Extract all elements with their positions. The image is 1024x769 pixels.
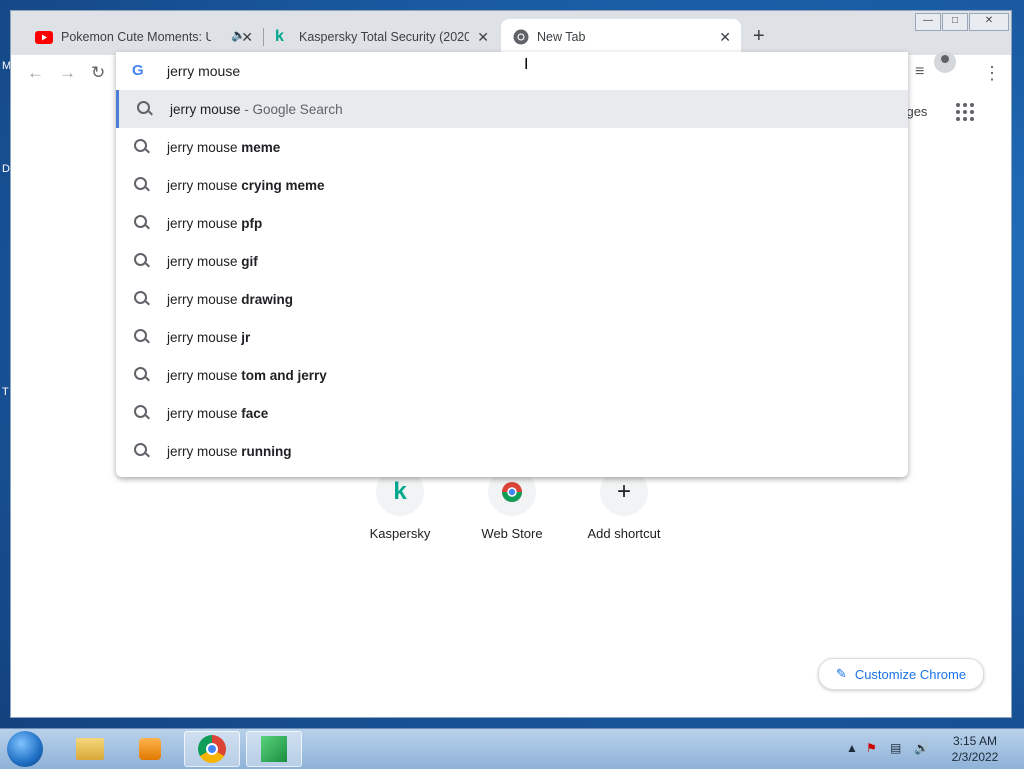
taskbar-media-player[interactable]	[122, 731, 178, 767]
desktop-icon-label-t: T	[2, 386, 9, 398]
windows-taskbar: ▲ ⚑ ▤ 🔊 3:15 AM 2/3/2022	[0, 728, 1024, 769]
shortcut-kaspersky[interactable]: k Kaspersky	[350, 468, 450, 541]
omnibox-suggestion[interactable]: jerry mouse crying meme	[116, 166, 908, 204]
search-icon	[134, 329, 147, 342]
suggestion-text: jerry mouse meme	[167, 139, 281, 155]
omnibox-dropdown: G jerry mouse jerry mouse - Google Searc…	[116, 52, 908, 477]
chrome-icon	[513, 29, 529, 45]
omnibox-suggestion[interactable]: jerry mouse meme	[116, 128, 908, 166]
profile-avatar-icon[interactable]	[934, 51, 956, 73]
chrome-icon	[198, 735, 226, 763]
tab-kaspersky[interactable]: k Kaspersky Total Security (2020) | ✕	[263, 19, 499, 55]
media-control-icon[interactable]: ≡	[915, 63, 924, 81]
suggestion-text: jerry mouse gif	[167, 253, 258, 269]
text-cursor-icon: I	[524, 56, 529, 73]
back-arrow-icon[interactable]: ←	[27, 63, 44, 83]
minimize-button[interactable]: —	[915, 13, 941, 31]
omnibox-suggestion[interactable]: jerry mouse gif	[116, 242, 908, 280]
customize-chrome-button[interactable]: ✎ Customize Chrome	[818, 658, 984, 690]
search-icon	[134, 291, 147, 304]
taskbar-kaspersky[interactable]	[246, 731, 302, 767]
clock-date: 2/3/2022	[951, 750, 999, 764]
system-clock[interactable]: 3:15 AM 2/3/2022	[940, 733, 1010, 765]
action-center-icon[interactable]: ⚑	[866, 741, 877, 755]
search-icon	[134, 139, 147, 152]
omnibox-suggestion[interactable]: jerry mouse jr	[116, 318, 908, 356]
show-hidden-icons[interactable]: ▲	[846, 741, 858, 755]
suggestion-text: jerry mouse running	[167, 443, 292, 459]
tab-title: New Tab	[537, 30, 586, 44]
close-window-button[interactable]: ✕	[969, 13, 1009, 31]
google-icon: G	[132, 62, 144, 79]
address-bar[interactable]: G jerry mouse	[116, 52, 908, 90]
search-icon	[137, 101, 150, 114]
suggestion-text: jerry mouse tom and jerry	[167, 367, 327, 383]
close-tab-icon[interactable]: ✕	[719, 29, 731, 46]
omnibox-suggestion[interactable]: jerry mouse pfp	[116, 204, 908, 242]
suggestion-text: jerry mouse pfp	[167, 215, 263, 231]
kaspersky-cube-icon	[261, 736, 287, 762]
search-icon	[134, 367, 147, 380]
shortcut-label: Web Store	[481, 526, 543, 541]
customize-label: Customize Chrome	[854, 666, 967, 682]
omnibox-suggestion[interactable]: jerry mouse drawing	[116, 280, 908, 318]
tab-new-tab[interactable]: New Tab ✕	[501, 19, 741, 55]
tab-title: Kaspersky Total Security (2020) |	[299, 30, 469, 44]
omnibox-suggestion[interactable]: jerry mouse face	[116, 394, 908, 432]
taskbar-chrome[interactable]	[184, 731, 240, 767]
suggestion-text: jerry mouse jr	[167, 329, 251, 345]
taskbar-explorer[interactable]	[62, 731, 118, 767]
shortcut-label: Add shortcut	[587, 526, 661, 541]
menu-dots-icon[interactable]: ⋮	[983, 63, 1001, 84]
pencil-icon: ✎	[835, 666, 847, 681]
maximize-button[interactable]: □	[942, 13, 968, 31]
close-tab-icon[interactable]: ✕	[241, 29, 253, 46]
tab-title: Pokemon Cute Moments: UL	[61, 30, 211, 44]
kaspersky-icon: k	[275, 28, 284, 45]
omnibox-suggestion[interactable]: jerry mouse tom and jerry	[116, 356, 908, 394]
tab-pokemon[interactable]: Pokemon Cute Moments: UL 🔈 ✕	[23, 19, 263, 55]
search-icon	[134, 177, 147, 190]
suggestion-text: jerry mouse crying meme	[167, 177, 325, 193]
omnibox-suggestion[interactable]: jerry mouse - Google Search	[116, 90, 908, 128]
close-tab-icon[interactable]: ✕	[477, 29, 489, 46]
suggestion-text: jerry mouse drawing	[167, 291, 294, 307]
start-button[interactable]	[7, 731, 43, 767]
network-icon[interactable]: ▤	[890, 741, 901, 755]
shortcut-add[interactable]: + Add shortcut	[574, 468, 674, 541]
forward-arrow-icon[interactable]: →	[59, 63, 76, 83]
suggestion-text: jerry mouse - Google Search	[170, 101, 343, 117]
reload-icon[interactable]: ↻	[91, 63, 105, 83]
media-player-icon	[139, 738, 161, 760]
desktop-icon-label-d: D	[2, 163, 10, 175]
shortcut-label: Kaspersky	[369, 526, 431, 541]
omnibox-suggestion[interactable]: jerry mouse running	[116, 432, 908, 470]
suggestion-text: jerry mouse face	[167, 405, 269, 421]
tab-strip: Pokemon Cute Moments: UL 🔈 ✕ k Kaspersky…	[11, 11, 1011, 55]
search-icon	[134, 405, 147, 418]
search-icon	[134, 443, 147, 456]
search-icon	[134, 253, 147, 266]
shortcut-web-store[interactable]: Web Store	[462, 468, 562, 541]
address-input[interactable]: jerry mouse	[167, 63, 240, 79]
volume-icon[interactable]: 🔊	[914, 741, 929, 755]
apps-grid-icon[interactable]	[956, 103, 974, 121]
folder-icon	[76, 738, 104, 760]
new-tab-button[interactable]: +	[753, 25, 765, 48]
clock-time: 3:15 AM	[952, 734, 998, 748]
youtube-icon	[35, 30, 53, 44]
search-icon	[134, 215, 147, 228]
